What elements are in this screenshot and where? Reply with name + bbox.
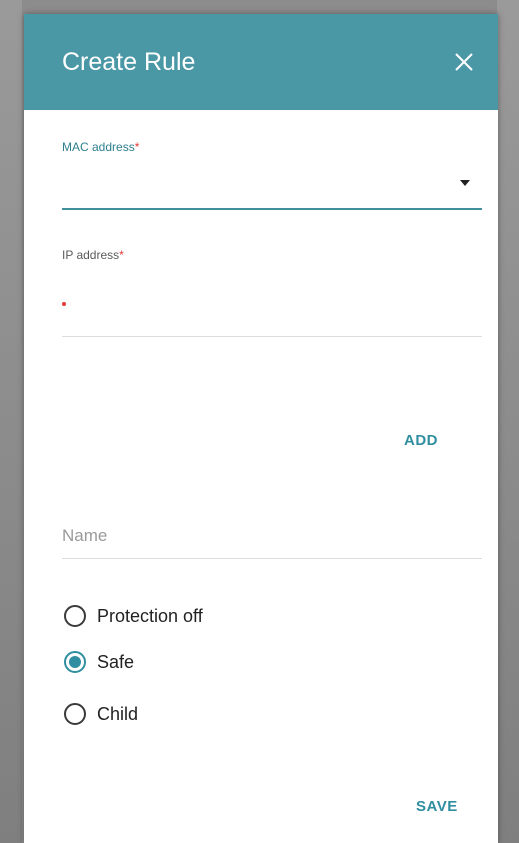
radio-label: Protection off	[97, 605, 203, 626]
caret-down-icon	[460, 180, 470, 186]
ip-address-label: IP address*	[62, 248, 124, 262]
mac-address-label-text: MAC address	[62, 140, 135, 154]
radio-circle-icon	[64, 605, 86, 627]
mac-address-label: MAC address*	[62, 140, 139, 154]
save-button[interactable]: SAVE	[408, 794, 466, 819]
required-mark: *	[134, 140, 140, 154]
dialog-header: Create Rule	[24, 14, 498, 110]
radio-label: Safe	[97, 651, 135, 672]
background-left	[0, 0, 22, 843]
radio-child[interactable]: Child	[64, 703, 138, 725]
required-mark: *	[119, 248, 124, 262]
required-indicator-dot	[62, 302, 66, 306]
name-input[interactable]: Name	[62, 510, 482, 559]
ip-address-label-text: IP address	[62, 248, 120, 262]
radio-checked-icon	[64, 651, 86, 673]
mac-address-select[interactable]	[62, 164, 482, 210]
close-icon	[455, 53, 473, 71]
ip-address-input[interactable]	[62, 276, 482, 337]
dialog-title: Create Rule	[62, 47, 196, 76]
radio-circle-icon	[64, 703, 86, 725]
radio-safe[interactable]: Safe	[64, 651, 134, 673]
radio-protection-off[interactable]: Protection off	[64, 605, 203, 627]
name-placeholder: Name	[62, 526, 108, 545]
background-right	[497, 0, 519, 843]
close-button[interactable]	[450, 48, 478, 76]
radio-label: Child	[97, 703, 139, 724]
add-button[interactable]: ADD	[396, 428, 446, 453]
create-rule-dialog: Create Rule MAC address* IP address* ADD…	[24, 14, 498, 843]
